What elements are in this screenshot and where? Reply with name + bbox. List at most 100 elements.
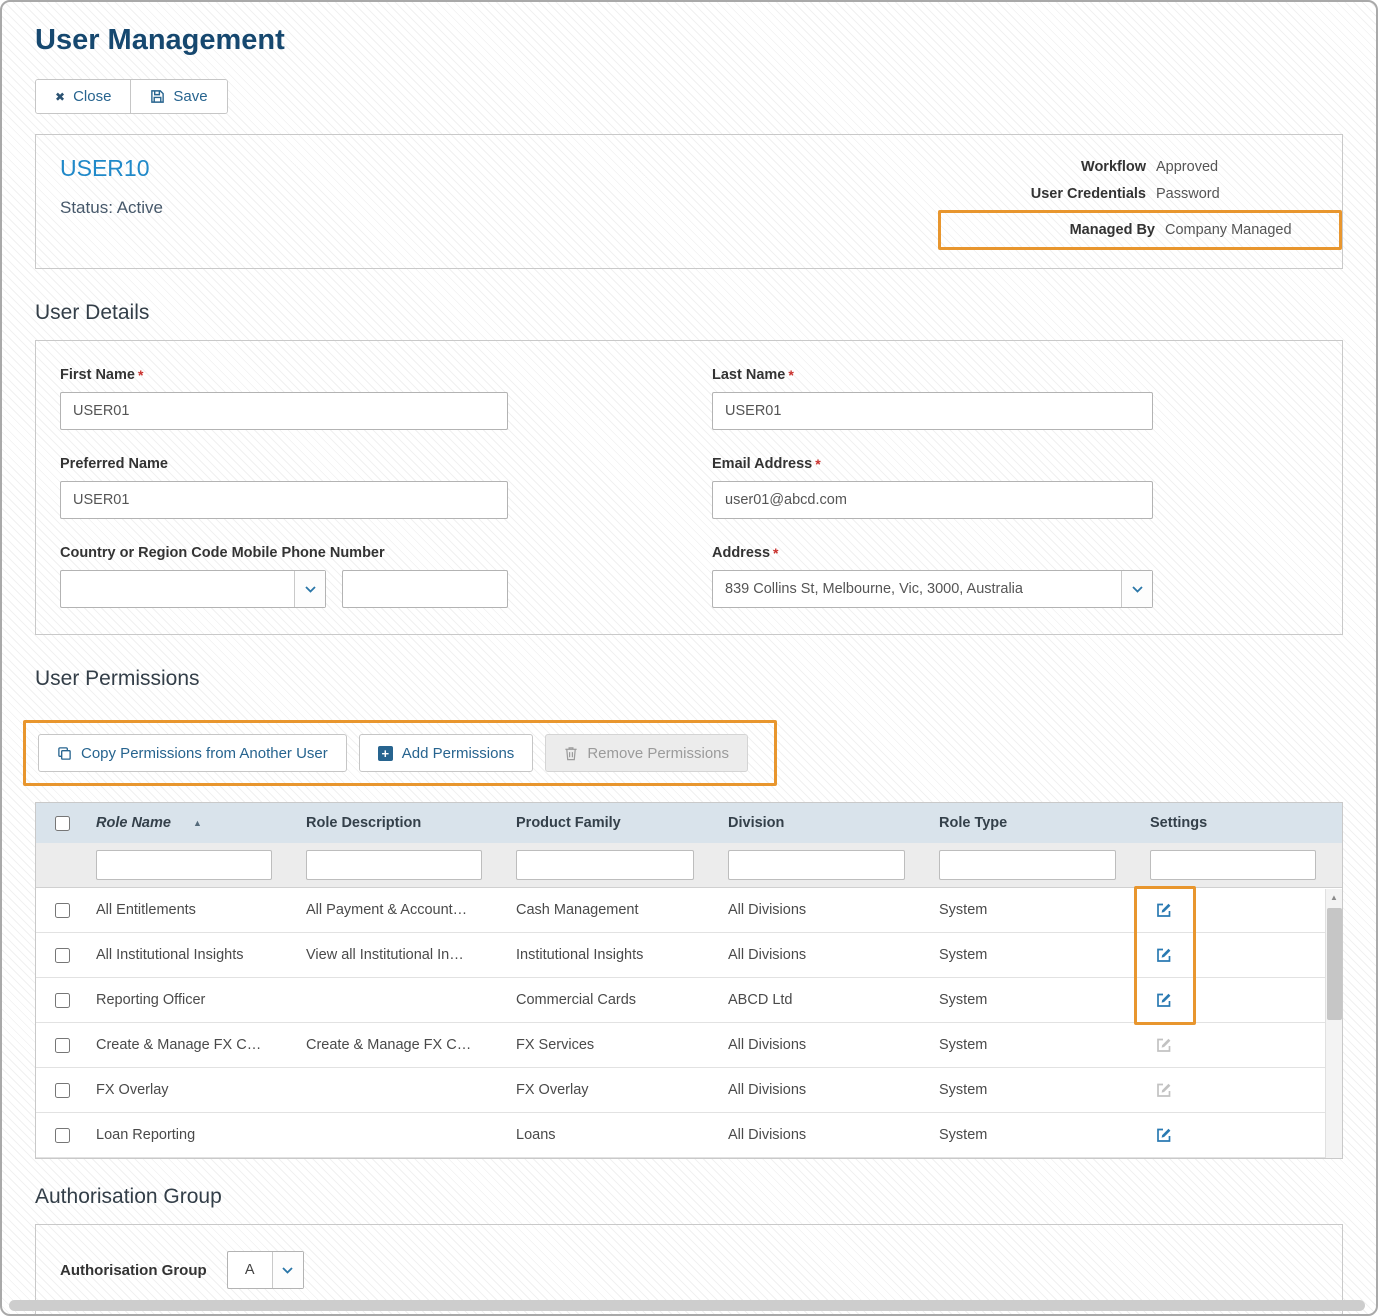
preferred-name-field-group: Preferred Name [60,456,508,519]
row-select-checkbox[interactable] [55,1083,70,1098]
toolbar: ✖ Close Save [35,79,228,114]
cell-division: All Divisions [720,1127,931,1143]
select-all-cell [36,816,88,831]
copy-icon [57,746,72,761]
close-button[interactable]: ✖ Close [36,80,130,113]
country-code-dropdown-button[interactable] [294,571,325,607]
copy-permissions-button[interactable]: Copy Permissions from Another User [38,734,347,772]
column-header-role-name-label: Role Name [96,815,171,831]
add-permissions-button[interactable]: + Add Permissions [359,734,534,772]
cell-settings [1142,902,1342,918]
sort-ascending-icon: ▲ [193,818,202,828]
row-select-checkbox[interactable] [55,993,70,1008]
user-id-link[interactable]: USER10 [60,155,163,182]
table-filter-row [36,843,1342,888]
mobile-phone-field[interactable] [342,570,508,608]
column-header-role-name[interactable]: Role Name ▲ [88,815,298,831]
cell-role-description: All Payment & Account… [298,902,508,918]
filter-input-settings[interactable] [1150,850,1316,880]
required-asterisk: * [773,545,778,561]
managed-by-highlight-box: Managed By Company Managed [938,210,1342,250]
chevron-down-icon [1132,586,1143,593]
table-row: All Entitlements All Payment & Account… … [36,888,1342,933]
save-button[interactable]: Save [130,80,226,113]
cell-division: All Divisions [720,902,931,918]
cell-product-family: Institutional Insights [508,947,720,963]
user-summary-panel: USER10 Status: Active Workflow Approved … [35,134,1343,269]
last-name-field[interactable] [712,392,1153,430]
table-row: Loan Reporting Loans All Divisions Syste… [36,1113,1342,1158]
cell-division: ABCD Ltd [720,992,931,1008]
cell-product-family: FX Overlay [508,1082,720,1098]
authorisation-group-select[interactable]: A [227,1251,304,1289]
authorisation-group-label: Authorisation Group [60,1262,207,1279]
row-select-checkbox[interactable] [55,1128,70,1143]
cell-role-type: System [931,902,1142,918]
cell-product-family: Commercial Cards [508,992,720,1008]
vertical-scrollbar[interactable]: ▲ [1325,889,1342,1158]
cell-settings [1142,1037,1342,1053]
cell-product-family: FX Services [508,1037,720,1053]
first-name-label: First Name* [60,367,508,383]
add-permissions-label: Add Permissions [402,745,515,762]
scrollbar-thumb[interactable] [1327,908,1342,1020]
cell-role-name: Create & Manage FX C… [88,1037,298,1053]
last-name-field-group: Last Name* [712,367,1153,430]
filter-input-role-type[interactable] [939,850,1116,880]
address-dropdown-button[interactable] [1121,571,1152,607]
cell-role-name: All Institutional Insights [88,947,298,963]
page-title: User Management [35,24,1343,57]
column-header-product-family[interactable]: Product Family [508,815,720,831]
cell-settings [1142,992,1342,1008]
scrollbar-up-arrow-icon[interactable]: ▲ [1326,889,1342,906]
cell-role-type: System [931,1037,1142,1053]
edit-settings-icon[interactable] [1156,1127,1172,1143]
horizontal-scrollbar[interactable] [9,1300,1365,1311]
managed-by-value: Company Managed [1165,222,1327,238]
permissions-table: Role Name ▲ Role Description Product Fam… [35,802,1343,1159]
phone-label-text: Country or Region Code Mobile Phone Numb… [60,545,385,561]
cell-division: All Divisions [720,947,931,963]
table-header-row: Role Name ▲ Role Description Product Fam… [36,803,1342,843]
filter-input-division[interactable] [728,850,905,880]
authorisation-group-dropdown-button[interactable] [272,1252,303,1288]
edit-settings-icon[interactable] [1156,902,1172,918]
address-select[interactable]: 839 Collins St, Melbourne, Vic, 3000, Au… [712,570,1153,608]
cell-role-type: System [931,1082,1142,1098]
cell-role-description: Create & Manage FX C… [298,1037,508,1053]
email-field-group: Email Address* [712,456,1153,519]
country-code-select[interactable] [60,570,326,608]
cell-role-type: System [931,947,1142,963]
preferred-name-field[interactable] [60,481,508,519]
column-header-role-type[interactable]: Role Type [931,815,1142,831]
filter-input-role-name[interactable] [96,850,272,880]
select-all-checkbox[interactable] [55,816,70,831]
cell-role-name: FX Overlay [88,1082,298,1098]
column-header-role-description[interactable]: Role Description [298,815,508,831]
email-field[interactable] [712,481,1153,519]
copy-permissions-label: Copy Permissions from Another User [81,745,328,762]
cell-product-family: Cash Management [508,902,720,918]
filter-input-role-description[interactable] [306,850,482,880]
column-header-division[interactable]: Division [720,815,931,831]
save-icon [150,89,165,104]
country-code-value [61,571,294,607]
close-icon: ✖ [55,90,65,104]
edit-settings-icon-disabled [1156,1082,1172,1098]
edit-settings-icon[interactable] [1156,947,1172,963]
cell-product-family: Loans [508,1127,720,1143]
save-button-label: Save [173,88,207,105]
row-select-checkbox[interactable] [55,948,70,963]
address-field-group: Address* 839 Collins St, Melbourne, Vic,… [712,545,1153,608]
edit-settings-icon[interactable] [1156,992,1172,1008]
row-select-checkbox[interactable] [55,903,70,918]
filter-input-product-family[interactable] [516,850,694,880]
first-name-field[interactable] [60,392,508,430]
row-select-checkbox[interactable] [55,1038,70,1053]
permissions-buttons-highlight-box: Copy Permissions from Another User + Add… [23,720,777,786]
cell-role-name: All Entitlements [88,902,298,918]
phone-label: Country or Region Code Mobile Phone Numb… [60,545,508,561]
cell-division: All Divisions [720,1037,931,1053]
user-status: Status: Active [60,198,163,218]
credentials-label: User Credentials [978,186,1146,202]
